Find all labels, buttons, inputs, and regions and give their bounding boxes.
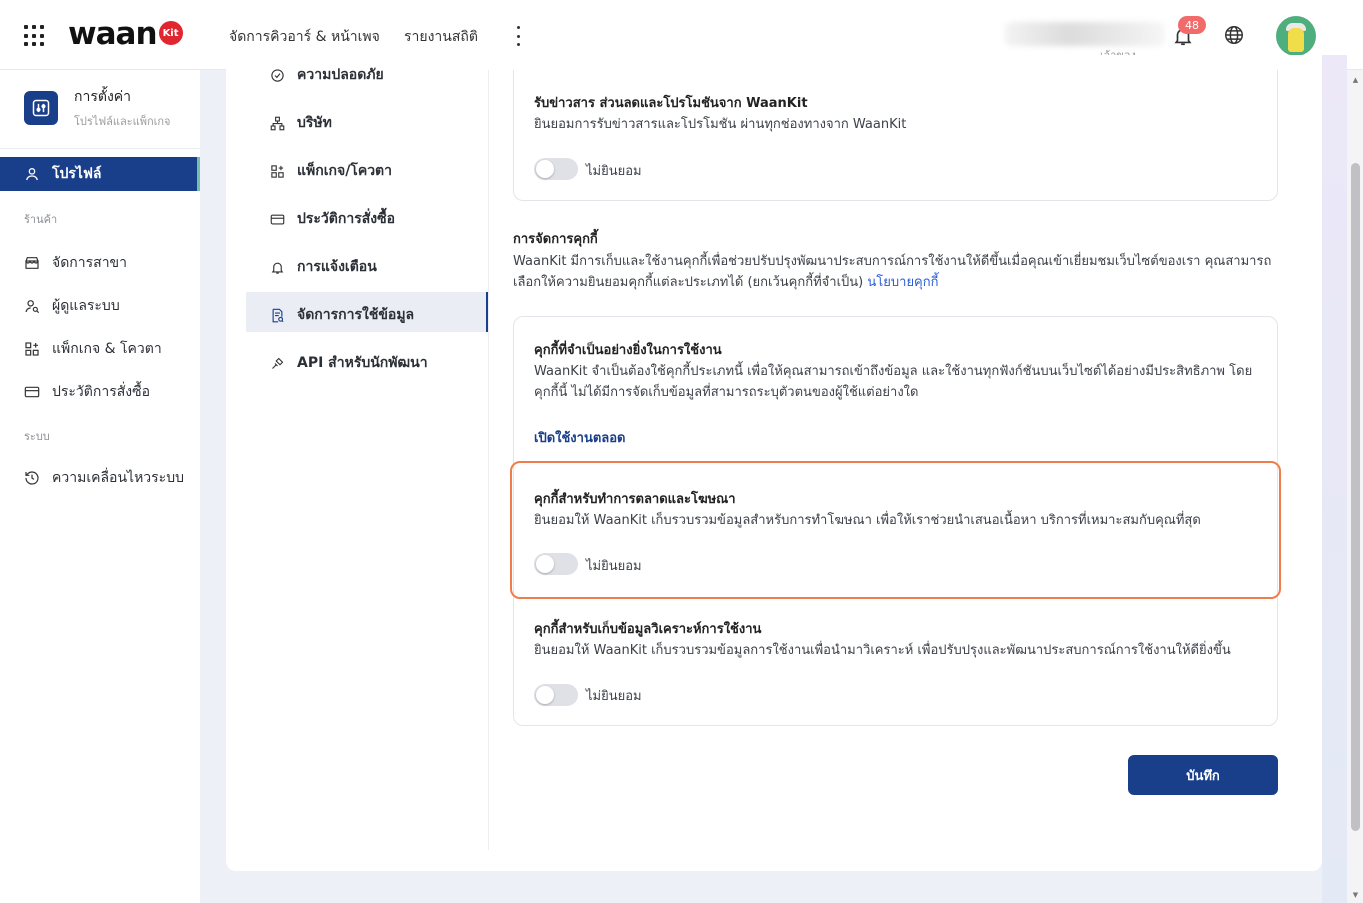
sidebar-item-label: จัดการสาขา — [52, 255, 127, 271]
subnav-label: แพ็กเกจ/โควตา — [297, 163, 393, 179]
divider — [0, 148, 200, 149]
scroll-up-icon[interactable]: ▲ — [1351, 76, 1360, 84]
nav-reports[interactable]: รายงานสถิติ — [404, 26, 478, 48]
sidebar-item-admins[interactable]: ผู้ดูแลระบบ — [24, 295, 120, 317]
sidebar-item-label: ประวัติการสั่งซื้อ — [52, 384, 151, 400]
document-search-icon — [272, 308, 284, 322]
credit-card-icon — [270, 214, 285, 224]
subnav-label: ประวัติการสั่งซื้อ — [297, 211, 396, 227]
sidebar-item-label: โปรไฟล์ — [52, 166, 102, 182]
essential-cookie-status: เปิดใช้งานตลอด — [534, 431, 626, 446]
marketing-highlight-frame — [510, 461, 1281, 599]
more-vertical-icon[interactable] — [514, 26, 522, 46]
newsletter-panel: รับข่าวสาร ส่วนลดและโปรโมชันจาก WaanKit … — [513, 70, 1278, 201]
store-icon — [25, 257, 39, 269]
apps-icon — [271, 164, 284, 178]
subnav-security[interactable]: ความปลอดภัย — [270, 64, 384, 86]
sidebar-item-label: ผู้ดูแลระบบ — [52, 298, 120, 314]
sidebar: การตั้งค่า โปรไฟล์และแพ็กเกจ โปรไฟล์ ร้า… — [0, 70, 200, 903]
subnav-company[interactable]: บริษัท — [270, 112, 332, 134]
essential-cookie-title: คุกกี้ที่จำเป็นอย่างยิ่งในการใช้งาน — [534, 343, 722, 358]
background-strip — [1322, 55, 1347, 903]
subnav-data-usage[interactable]: จัดการการใช้ข้อมูล — [270, 304, 414, 326]
newsletter-desc: ยินยอมการรับข่าวสารและโปรโมชัน ผ่านทุกช่… — [534, 117, 907, 132]
org-chart-icon — [270, 116, 285, 130]
settings-subtitle: โปรไฟล์และแพ็กเกจ — [74, 115, 171, 128]
save-button[interactable]: บันทึก — [1128, 755, 1278, 795]
newsletter-toggle[interactable] — [534, 158, 578, 180]
sidebar-item-orders[interactable]: ประวัติการสั่งซื้อ — [24, 381, 150, 403]
user-icon — [26, 168, 38, 181]
logo-badge: Kit — [158, 21, 183, 45]
subnav-label: ความปลอดภัย — [297, 67, 384, 83]
user-search-icon — [25, 300, 40, 314]
notification-count-badge: 48 — [1178, 16, 1206, 34]
settings-sliders-icon — [24, 91, 58, 125]
analytics-toggle-label: ไม่ยินยอม — [586, 689, 642, 704]
subnav-notifications[interactable]: การแจ้งเตือน — [270, 256, 377, 278]
cookie-policy-link[interactable]: นโยบายคุกกี้ — [867, 275, 938, 290]
subnav-label: การแจ้งเตือน — [297, 259, 377, 275]
plug-icon — [272, 357, 284, 369]
settings-header: การตั้งค่า โปรไฟล์และแพ็กเกจ — [24, 86, 170, 130]
divider — [488, 70, 489, 850]
subnav-label: จัดการการใช้ข้อมูล — [297, 307, 415, 323]
newsletter-title: รับข่าวสาร ส่วนลดและโปรโมชันจาก WaanKit — [534, 96, 808, 111]
globe-icon[interactable] — [1223, 24, 1245, 46]
scroll-down-icon[interactable]: ▼ — [1351, 891, 1360, 899]
sidebar-item-label: ความเคลื่อนไหวระบบ — [52, 470, 184, 486]
section-system: ระบบ — [24, 430, 50, 443]
credit-card-icon — [24, 386, 40, 398]
history-icon — [25, 471, 39, 485]
subnav-orders[interactable]: ประวัติการสั่งซื้อ — [270, 208, 395, 230]
apps-grid-icon[interactable] — [24, 25, 46, 47]
sidebar-item-profile[interactable]: โปรไฟล์ — [0, 157, 200, 191]
logo[interactable]: waan Kit — [68, 16, 183, 52]
analytics-cookie-title: คุกกี้สำหรับเก็บข้อมูลวิเคราะห์การใช้งาน — [534, 622, 762, 637]
scrollbar-thumb[interactable] — [1351, 163, 1360, 831]
bell-icon — [271, 262, 284, 274]
subnav-label: API สำหรับนักพัฒนา — [297, 355, 428, 371]
sidebar-item-activity[interactable]: ความเคลื่อนไหวระบบ — [24, 467, 184, 489]
logo-text: waan — [68, 16, 158, 52]
sidebar-item-label: แพ็กเกจ & โควตา — [52, 341, 162, 357]
cookie-desc: WaanKit มีการเก็บและใช้งานคุกกี้เพื่อช่ว… — [513, 251, 1278, 293]
sidebar-item-packages[interactable]: แพ็กเกจ & โควตา — [24, 338, 162, 360]
sidebar-item-branches[interactable]: จัดการสาขา — [24, 252, 127, 274]
subnav-api[interactable]: API สำหรับนักพัฒนา — [270, 352, 428, 374]
nav-qr-pages[interactable]: จัดการคิวอาร์ & หน้าเพจ — [229, 26, 380, 48]
apps-icon — [25, 342, 39, 356]
user-name-redacted — [1005, 22, 1165, 46]
shield-check-icon — [271, 68, 284, 82]
analytics-cookie-toggle[interactable] — [534, 684, 578, 706]
cookie-heading: การจัดการคุกกี้ — [513, 232, 598, 247]
avatar[interactable] — [1276, 16, 1316, 56]
subnav-label: บริษัท — [297, 115, 332, 131]
analytics-cookie-desc: ยินยอมให้ WaanKit เก็บรวบรวมข้อมูลการใช้… — [534, 643, 1231, 658]
settings-title: การตั้งค่า — [74, 89, 132, 105]
subnav-packages[interactable]: แพ็กเกจ/โควตา — [270, 160, 392, 182]
section-store: ร้านค้า — [24, 213, 58, 226]
newsletter-toggle-label: ไม่ยินยอม — [586, 164, 642, 179]
essential-cookie-desc: WaanKit จำเป็นต้องใช้คุกกี้ประเภทนี้ เพื… — [534, 364, 1253, 400]
